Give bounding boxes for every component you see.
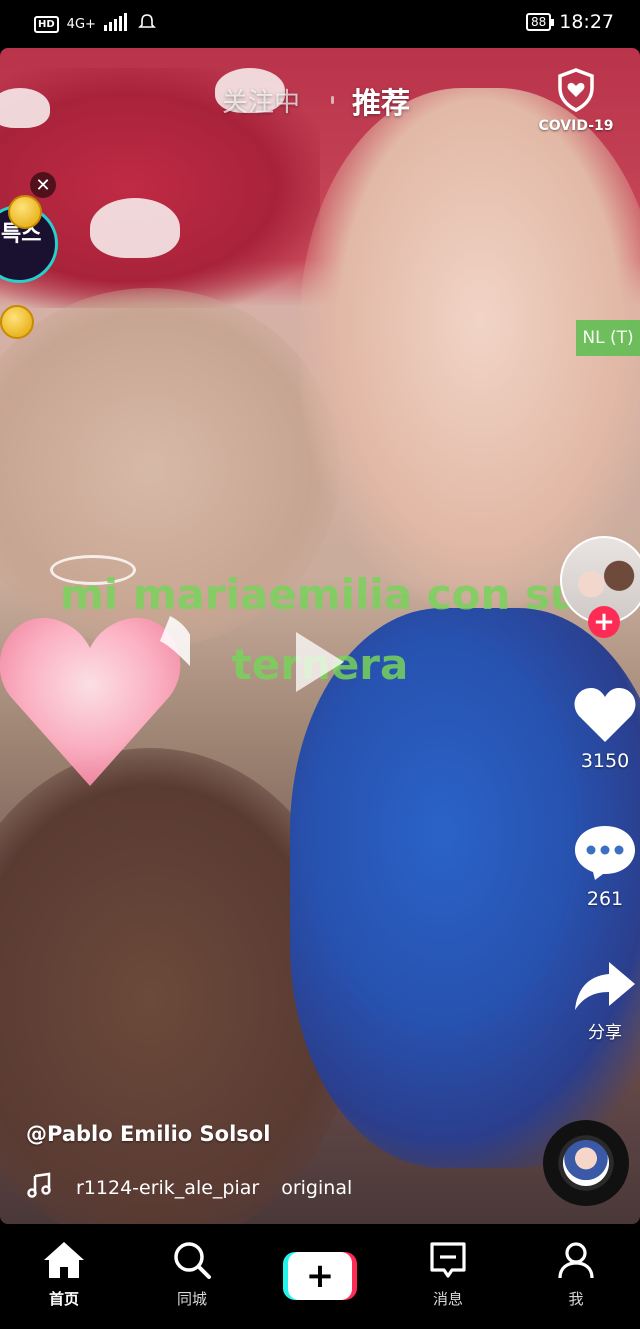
status-right: 88 18:27 (525, 11, 614, 33)
tab-divider (331, 96, 334, 104)
battery-icon: 88 (525, 13, 555, 31)
follow-plus-icon[interactable]: + (588, 606, 620, 638)
coin-icon (8, 195, 42, 229)
tab-following[interactable]: 关注中 (222, 82, 300, 119)
nav-nearby[interactable]: 同城 (152, 1240, 232, 1309)
nl-badge[interactable]: NL (T) (576, 320, 640, 356)
nav-messages-label: 消息 (432, 1290, 463, 1308)
share-button[interactable]: 分享 (560, 960, 640, 1043)
caption-line-1: mi mariaemilia con su (60, 570, 580, 619)
coin-icon (0, 305, 34, 339)
heart-icon (573, 688, 637, 748)
covid-label: COVID-19 (538, 118, 614, 134)
bottom-nav: 首页 同城 + 消息 我 (0, 1226, 640, 1329)
play-icon[interactable] (296, 632, 344, 692)
shield-heart-icon (556, 68, 596, 116)
nav-me-label: 我 (568, 1290, 584, 1308)
nav-messages[interactable]: 消息 (408, 1240, 488, 1309)
promo-widget[interactable]: ✕ 특스 (0, 172, 58, 339)
plus-icon: + (288, 1252, 352, 1300)
profile-icon (556, 1242, 596, 1284)
share-arrow-icon (573, 962, 637, 1016)
like-count: 3150 (580, 750, 630, 772)
signal-icon (103, 13, 130, 35)
music-title: original s (281, 1176, 356, 1199)
music-row[interactable]: r1124-erik_ale_piar original s (26, 1172, 356, 1203)
share-label: 分享 (588, 1023, 622, 1043)
music-disc[interactable] (543, 1120, 629, 1206)
author-name[interactable]: @Pablo Emilio Solsol (26, 1122, 270, 1146)
close-icon[interactable]: ✕ (30, 172, 56, 198)
nav-me[interactable]: 我 (536, 1240, 616, 1309)
status-bar: HD 4G+ 88 18:27 (0, 0, 640, 48)
comment-icon (573, 826, 637, 886)
music-note-icon (26, 1172, 52, 1203)
create-button[interactable]: + (283, 1252, 357, 1300)
message-icon (428, 1242, 468, 1284)
nav-home[interactable]: 首页 (24, 1240, 104, 1309)
covid-button[interactable]: COVID-19 (536, 68, 616, 134)
search-icon (172, 1242, 212, 1284)
music-disc-avatar (563, 1140, 609, 1186)
status-left: HD 4G+ (34, 13, 156, 35)
comment-button[interactable]: 261 (560, 822, 640, 910)
notification-bell-icon (137, 13, 156, 35)
clock: 18:27 (559, 11, 614, 33)
music-user: r1124-erik_ale_piar (76, 1176, 260, 1199)
comment-count: 261 (586, 888, 624, 910)
nav-home-label: 首页 (48, 1290, 79, 1308)
home-icon (42, 1242, 86, 1284)
like-button[interactable]: 3150 (560, 686, 640, 772)
nav-nearby-label: 同城 (176, 1290, 207, 1308)
hd-badge: HD (34, 15, 59, 33)
tab-recommend[interactable]: 推荐 (352, 80, 410, 122)
network-indicator: 4G+ (66, 16, 96, 32)
